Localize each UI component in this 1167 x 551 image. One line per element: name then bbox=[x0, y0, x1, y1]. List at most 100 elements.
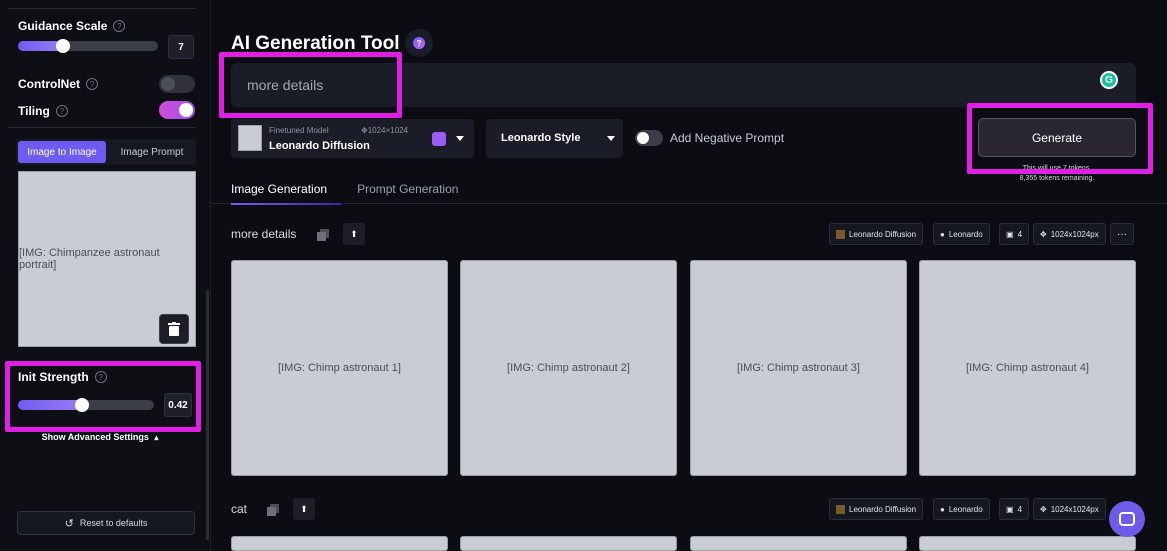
init-strength-slider[interactable] bbox=[18, 398, 154, 412]
delete-image-button[interactable] bbox=[159, 314, 189, 344]
style-chip: ● Leonardo bbox=[933, 223, 990, 245]
chip-size-text: 1024x1024px bbox=[1050, 504, 1099, 514]
chip-model-text: Leonardo Diffusion bbox=[849, 504, 917, 514]
generated-image[interactable]: [IMG: Chimp astronaut 2] bbox=[460, 260, 677, 476]
generation-prompt: more details bbox=[231, 227, 297, 241]
settings-sidebar: Guidance Scale ? 7 ControlNet ? Tiling ?… bbox=[0, 0, 211, 551]
help-icon[interactable]: ? bbox=[86, 78, 98, 90]
style-chip: ● Leonardo bbox=[933, 498, 990, 520]
images-icon: ▣ bbox=[1006, 504, 1014, 514]
toggle-knob bbox=[161, 77, 175, 91]
tab-image-prompt[interactable]: Image Prompt bbox=[108, 139, 196, 165]
reset-icon: ↺ bbox=[64, 517, 74, 530]
style-selector[interactable]: Leonardo Style bbox=[486, 119, 623, 158]
generated-image[interactable]: [IMG: Chimp astronaut 1] bbox=[231, 260, 448, 476]
guidance-scale-value[interactable]: 7 bbox=[168, 35, 194, 59]
model-icon bbox=[836, 229, 845, 239]
model-selector[interactable]: Finetuned Model ✥1024×1024 Leonardo Diff… bbox=[231, 119, 474, 158]
guidance-scale-slider[interactable] bbox=[18, 39, 158, 53]
slider-handle[interactable] bbox=[56, 39, 70, 53]
chip-size-text: 1024x1024px bbox=[1050, 229, 1099, 239]
generated-image[interactable] bbox=[231, 536, 448, 551]
size-chip: ✥ 1024x1024px bbox=[1033, 223, 1106, 245]
image-mode-tabs: Image to Image Image Prompt bbox=[16, 139, 196, 165]
tab-image-to-image[interactable]: Image to Image bbox=[18, 141, 106, 163]
count-chip: ▣ 4 bbox=[999, 223, 1030, 245]
move-icon: ✥ bbox=[1040, 504, 1047, 514]
slider-handle[interactable] bbox=[75, 398, 89, 412]
chat-support-button[interactable] bbox=[1109, 501, 1145, 537]
generated-image[interactable] bbox=[690, 536, 907, 551]
model-chip: Leonardo Diffusion bbox=[829, 223, 924, 245]
tab-image-generation[interactable]: Image Generation bbox=[231, 182, 327, 196]
arrow-up-icon: ⬆ bbox=[300, 503, 308, 514]
active-tab-indicator bbox=[231, 203, 341, 205]
model-caption: Finetuned Model bbox=[269, 126, 329, 135]
controlnet-label: ControlNet ? bbox=[18, 77, 98, 91]
controlnet-toggle[interactable] bbox=[159, 75, 195, 93]
tiling-label: Tiling ? bbox=[18, 104, 68, 118]
divider bbox=[8, 127, 196, 128]
negative-prompt-label[interactable]: Add Negative Prompt bbox=[670, 131, 784, 145]
model-edit-icon[interactable] bbox=[432, 132, 446, 146]
tab-prompt-generation[interactable]: Prompt Generation bbox=[357, 182, 458, 196]
info-badge[interactable]: ? bbox=[405, 29, 433, 57]
style-label: Leonardo Style bbox=[501, 132, 581, 144]
copy-icon[interactable] bbox=[317, 229, 329, 241]
generation-header: cat ⬆ Leonardo Diffusion ● Leonardo ▣ 4 ✥ 1… bbox=[231, 498, 1136, 522]
tab-divider bbox=[212, 203, 1167, 204]
negative-prompt-toggle[interactable] bbox=[635, 130, 663, 146]
sidebar-scrollbar[interactable] bbox=[206, 290, 209, 540]
reset-label: Reset to defaults bbox=[79, 518, 148, 528]
divider bbox=[8, 8, 196, 9]
init-strength-value[interactable]: 0.42 bbox=[164, 393, 192, 417]
init-strength-label: Init Strength ? bbox=[18, 370, 107, 384]
drop-icon: ● bbox=[940, 229, 945, 239]
grammarly-icon[interactable]: G bbox=[1100, 71, 1118, 89]
chip-count-text: 4 bbox=[1017, 229, 1023, 239]
copy-icon[interactable] bbox=[267, 504, 279, 516]
generated-image[interactable]: [IMG: Chimp astronaut 3] bbox=[690, 260, 907, 476]
trash-icon bbox=[168, 322, 180, 336]
tiling-text: Tiling bbox=[18, 104, 50, 118]
generated-image[interactable]: [IMG: Chimp astronaut 4] bbox=[919, 260, 1136, 476]
help-icon[interactable]: ? bbox=[113, 20, 126, 32]
tiling-toggle[interactable] bbox=[159, 101, 195, 119]
size-chip: ✥ 1024x1024px bbox=[1033, 498, 1106, 520]
caret-up-icon: ▴ bbox=[154, 433, 159, 442]
controlnet-text: ControlNet bbox=[18, 77, 80, 91]
toggle-knob bbox=[179, 103, 193, 117]
generation-prompt: cat bbox=[231, 502, 248, 516]
generated-image[interactable] bbox=[919, 536, 1136, 551]
help-icon: ? bbox=[413, 37, 425, 49]
help-icon[interactable]: ? bbox=[94, 371, 107, 383]
guidance-scale-label: Guidance Scale ? bbox=[18, 19, 126, 33]
init-strength-text: Init Strength bbox=[18, 370, 89, 384]
main-panel: AI Generation Tool ? more details G Fine… bbox=[212, 0, 1167, 551]
show-advanced-settings[interactable]: Show Advanced Settings ▴ bbox=[0, 432, 200, 442]
model-resolution-text: 1024×1024 bbox=[367, 126, 408, 135]
model-name: Leonardo Diffusion bbox=[269, 140, 370, 152]
chevron-down-icon bbox=[607, 136, 615, 141]
reset-to-defaults-button[interactable]: ↺ Reset to defaults bbox=[17, 511, 195, 535]
generate-highlight bbox=[967, 103, 1153, 174]
count-chip: ▣ 4 bbox=[999, 498, 1030, 520]
arrow-up-icon: ⬆ bbox=[350, 228, 358, 239]
chat-icon bbox=[1119, 512, 1135, 526]
generation-header: more details ⬆ Leonardo Diffusion ● Leona… bbox=[231, 223, 1136, 247]
tokens-remaining: 8,355 tokens remaining. bbox=[1019, 175, 1095, 182]
more-options-button[interactable]: ··· bbox=[1110, 223, 1134, 245]
model-chip: Leonardo Diffusion bbox=[829, 498, 924, 520]
chip-style-text: Leonardo bbox=[948, 504, 983, 514]
move-icon: ✥ bbox=[361, 126, 368, 135]
drop-icon: ● bbox=[940, 504, 945, 514]
reuse-prompt-button[interactable]: ⬆ bbox=[343, 223, 365, 245]
chip-count-text: 4 bbox=[1017, 504, 1023, 514]
model-thumbnail bbox=[238, 125, 262, 151]
images-icon: ▣ bbox=[1006, 229, 1014, 239]
help-icon[interactable]: ? bbox=[55, 105, 68, 117]
reuse-prompt-button[interactable]: ⬆ bbox=[293, 498, 315, 520]
generated-image[interactable] bbox=[460, 536, 677, 551]
chevron-down-icon bbox=[456, 136, 464, 141]
prompt-highlight bbox=[219, 52, 402, 118]
